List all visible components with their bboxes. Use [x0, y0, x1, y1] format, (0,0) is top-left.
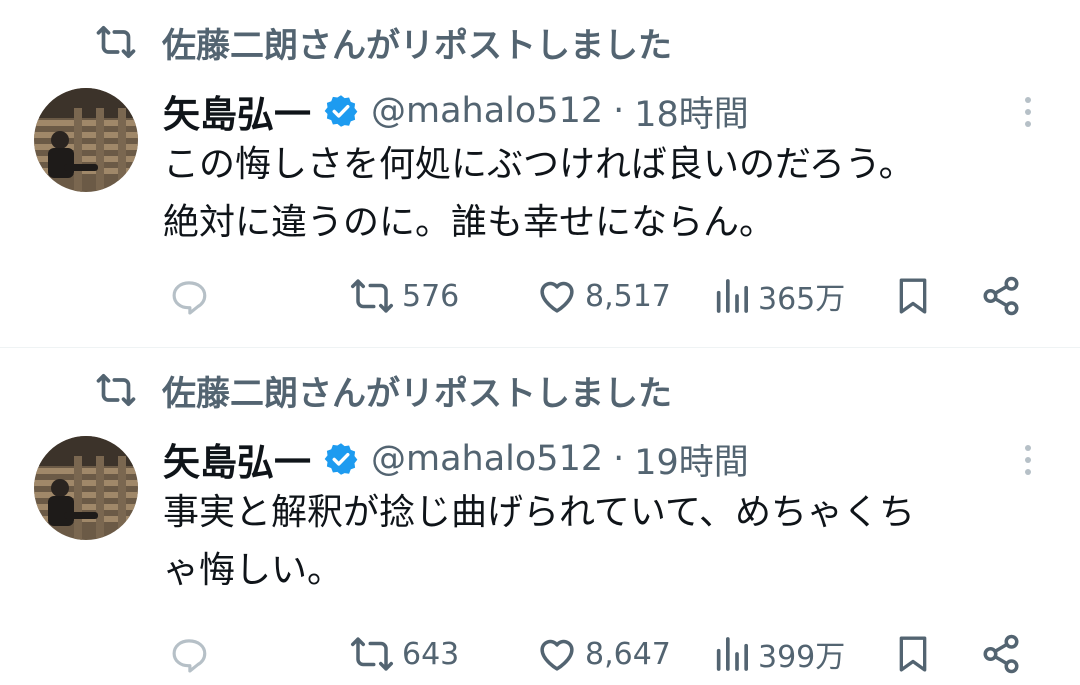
reply-button[interactable] — [168, 626, 210, 682]
retweet-icon — [348, 275, 396, 317]
tweet-text: この悔しさを何処にぶつければ良いのだろう。 絶対に違うのに。誰も幸せにならん。 — [163, 144, 915, 243]
repost-context[interactable]: 佐藤二朗さんがリポストしました — [96, 18, 672, 66]
tweet-text: 事実と解釈が捻じ曲げられていて、めちゃくち ゃ悔しい。 — [163, 492, 916, 591]
reply-icon — [168, 275, 210, 317]
tweet-header: 矢島弘一 @mahalo512 · 19時間 — [163, 432, 749, 486]
more-options-icon[interactable] — [1010, 92, 1046, 132]
share-icon — [980, 275, 1022, 317]
like-count: 8,517 — [585, 278, 671, 314]
repost-icon — [96, 370, 136, 410]
verified-badge-icon — [323, 441, 359, 477]
separator: · — [613, 91, 625, 131]
retweet-button[interactable]: 643 — [348, 626, 459, 682]
repost-icon — [96, 22, 136, 62]
timestamp[interactable]: 18時間 — [634, 86, 749, 137]
views-icon — [712, 633, 752, 675]
repost-context[interactable]: 佐藤二朗さんがリポストしました — [96, 366, 672, 414]
retweet-count: 643 — [402, 636, 460, 672]
repost-text: 佐藤二朗さんがリポストしました — [162, 25, 672, 66]
like-icon — [535, 275, 579, 317]
bookmark-button[interactable] — [893, 268, 933, 324]
like-count: 8,647 — [585, 636, 671, 672]
action-bar: 643 8,647 399万 — [0, 626, 1080, 682]
share-icon — [980, 633, 1022, 675]
like-button[interactable]: 8,517 — [535, 268, 671, 324]
views-icon — [712, 275, 752, 317]
avatar[interactable] — [34, 436, 138, 540]
display-name[interactable]: 矢島弘一 — [163, 432, 311, 486]
retweet-button[interactable]: 576 — [348, 268, 459, 324]
reply-icon — [168, 633, 210, 675]
like-icon — [535, 633, 579, 675]
bookmark-icon — [893, 632, 933, 676]
views-button[interactable]: 365万 — [712, 268, 845, 324]
reply-button[interactable] — [168, 268, 210, 324]
share-button[interactable] — [980, 268, 1022, 324]
retweet-count: 576 — [402, 278, 460, 314]
display-name[interactable]: 矢島弘一 — [163, 84, 311, 138]
bookmark-icon — [893, 274, 933, 318]
separator: · — [613, 439, 625, 479]
views-count: 399万 — [758, 640, 846, 675]
bookmark-button[interactable] — [893, 626, 933, 682]
verified-badge-icon — [323, 93, 359, 129]
action-bar: 576 8,517 365万 — [0, 268, 1080, 324]
timestamp[interactable]: 19時間 — [634, 434, 749, 485]
handle[interactable]: @mahalo512 — [371, 439, 603, 479]
avatar[interactable] — [34, 88, 138, 192]
handle[interactable]: @mahalo512 — [371, 91, 603, 131]
tweet[interactable]: 佐藤二朗さんがリポストしました 矢島弘一 — [0, 348, 1080, 685]
tweet-header: 矢島弘一 @mahalo512 · 18時間 — [163, 84, 749, 138]
like-button[interactable]: 8,647 — [535, 626, 671, 682]
views-count: 365万 — [758, 282, 846, 317]
repost-text: 佐藤二朗さんがリポストしました — [162, 373, 672, 414]
tweet[interactable]: 佐藤二朗さんがリポストしました 矢島弘一 — [0, 0, 1080, 347]
views-button[interactable]: 399万 — [712, 626, 845, 682]
share-button[interactable] — [980, 626, 1022, 682]
retweet-icon — [348, 633, 396, 675]
more-options-icon[interactable] — [1010, 440, 1046, 480]
